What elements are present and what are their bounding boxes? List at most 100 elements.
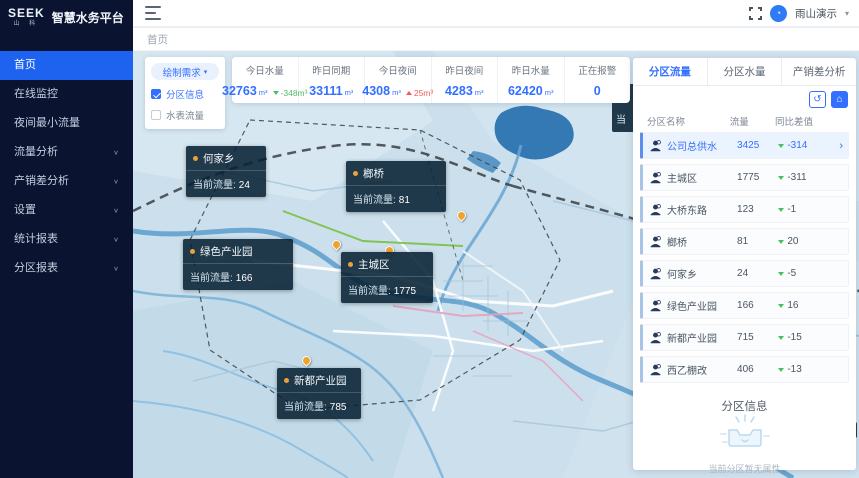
flow-value: 1775 xyxy=(394,286,416,297)
zone-info-empty-text: 当前分区暂无属性 xyxy=(708,462,780,475)
map-zone-label[interactable]: 主城区当前流量:1775 xyxy=(341,252,433,303)
zone-diff-value: -13 xyxy=(787,364,801,375)
chevron-down-icon: ∨ xyxy=(113,141,119,164)
flow-value: 24 xyxy=(239,180,250,191)
sidebar-item-settings[interactable]: 设置∨ xyxy=(0,196,133,225)
draw-requirement-label: 绘制需求 xyxy=(163,65,201,79)
stat-unit: m³ xyxy=(392,88,401,97)
zone-flow: 123 xyxy=(737,204,778,215)
avatar[interactable]: ◔ xyxy=(770,5,787,22)
breadcrumb-item[interactable]: 首页 xyxy=(147,32,168,47)
water-stats-strip: 今日水量32763m³-348m³ 昨日同期 33111m³ 今日夜间 4308m³25… xyxy=(232,57,630,103)
zone-panel-tabs: 分区流量分区水量产销差分析 xyxy=(633,58,856,86)
fullscreen-icon[interactable] xyxy=(749,7,762,20)
stat-card: 今日水量32763m³-348m³ xyxy=(232,57,299,103)
table-row[interactable]: 新都产业园715-15 xyxy=(640,324,849,351)
checkbox-icon[interactable] xyxy=(151,89,161,99)
sidebar-item-label: 统计报表 xyxy=(14,225,58,254)
draw-requirement-button[interactable]: 绘制需求 ▾ xyxy=(151,63,219,80)
stat-card: 昨日夜间4283m³ xyxy=(432,57,499,103)
table-row[interactable]: 大桥东路123-1 xyxy=(640,196,849,223)
sidebar-item-zone-reports[interactable]: 分区报表∨ xyxy=(0,254,133,283)
sidebar-item-online-monitor[interactable]: 在线监控 xyxy=(0,80,133,109)
app-root: SEEK 山 科 智慧水务平台 首页在线监控夜间最小流量流量分析∨产销差分析∨设… xyxy=(0,0,859,478)
stat-unit: m³ xyxy=(475,88,484,97)
zone-label-title: 新都产业园 xyxy=(277,368,361,393)
sidebar-item-nrw-analysis[interactable]: 产销差分析∨ xyxy=(0,167,133,196)
zone-name: 绿色产业园 xyxy=(667,298,737,313)
sidebar-item-stat-reports[interactable]: 统计报表 ∨ xyxy=(0,225,133,254)
sidebar-item-label: 产销差分析 xyxy=(14,167,69,196)
map-zone-label[interactable]: 榔桥当前流量:81 xyxy=(346,161,446,212)
map-area[interactable]: 绘制需求 ▾ 分区信息水表流量 今日水量32763m³-348m³ 昨日同期 331… xyxy=(133,51,859,478)
checkbox-icon[interactable] xyxy=(151,110,161,120)
triangle-down-icon xyxy=(778,368,784,372)
flow-prefix: 当前流量: xyxy=(353,195,396,206)
map-zone-label[interactable]: 新都产业园当前流量:785 xyxy=(277,368,361,419)
clipped-label-text: 当 xyxy=(616,111,626,126)
zone-diff: -13 xyxy=(778,364,828,375)
stat-label: 今日夜间 xyxy=(379,63,417,77)
sidebar-item-flow-analysis[interactable]: 流量分析 ∨ xyxy=(0,138,133,167)
sidebar-collapse-icon[interactable] xyxy=(145,6,161,20)
label-dot-icon xyxy=(190,249,195,254)
stat-label: 昨日同期 xyxy=(312,63,350,77)
chevron-down-icon: ▾ xyxy=(204,68,208,76)
zone-label-value: 当前流量:1775 xyxy=(341,277,433,303)
layer-option-unchecked[interactable]: 水表流量 xyxy=(151,108,219,122)
zone-name: 榔桥 xyxy=(667,234,737,249)
sidebar-nav: 首页在线监控夜间最小流量流量分析 ∨ 产销差分析∨设置∨统计报表 ∨ 分区报表∨ xyxy=(0,51,133,283)
sidebar-item-label: 分区报表 xyxy=(14,254,58,283)
stat-label: 昨日水量 xyxy=(512,63,550,77)
label-dot-icon xyxy=(353,171,358,176)
home-icon[interactable]: ⌂ xyxy=(831,91,848,108)
chevron-down-icon: ∨ xyxy=(113,228,119,251)
zone-label-value: 当前流量:785 xyxy=(277,393,361,419)
zone-name: 新都产业园 xyxy=(294,373,347,388)
zone-diff-value: -1 xyxy=(787,204,796,215)
zone-diff-value: 20 xyxy=(787,236,798,247)
table-row[interactable]: 绿色产业园16616 xyxy=(640,292,849,319)
sidebar: SEEK 山 科 智慧水务平台 首页在线监控夜间最小流量流量分析∨产销差分析∨设… xyxy=(0,0,133,478)
tab-产销差分析[interactable]: 产销差分析 xyxy=(782,58,856,85)
zone-diff: -311 xyxy=(778,172,828,183)
undo-icon[interactable]: ↺ xyxy=(809,91,826,108)
tab-分区水量[interactable]: 分区水量 xyxy=(708,58,783,85)
zone-label-title: 何家乡 xyxy=(186,146,266,171)
triangle-down-icon xyxy=(778,208,784,212)
app-logo: SEEK 山 科 智慧水务平台 xyxy=(0,0,133,33)
map-layer-panel: 绘制需求 ▾ 分区信息水表流量 xyxy=(145,57,225,129)
username[interactable]: 雨山演示 xyxy=(795,6,837,21)
table-row[interactable]: 主城区1775-311 xyxy=(640,164,849,191)
stat-value: 4308m³25m³ xyxy=(362,84,433,98)
label-dot-icon xyxy=(348,262,353,267)
sidebar-item-night-min-flow[interactable]: 夜间最小流量 xyxy=(0,109,133,138)
map-zone-label[interactable]: 何家乡当前流量:24 xyxy=(186,146,266,197)
stat-number: 62420 xyxy=(508,84,543,98)
label-dot-icon xyxy=(193,156,198,161)
topbar-right: ◔ 雨山演示 ▾ xyxy=(749,5,849,22)
stat-unit: m³ xyxy=(545,88,554,97)
table-row[interactable]: 西乙棚改406-13 xyxy=(640,356,849,383)
stat-value: 33111m³ xyxy=(309,84,353,98)
map-zone-label[interactable]: 绿色产业园当前流量:166 xyxy=(183,239,293,290)
tab-分区流量[interactable]: 分区流量 xyxy=(633,58,708,85)
layer-option-checked[interactable]: 分区信息 xyxy=(151,87,219,101)
zone-label-title: 主城区 xyxy=(341,252,433,277)
empty-box-icon xyxy=(719,414,771,454)
breadcrumb: 首页 xyxy=(133,28,859,51)
logo-text: SEEK xyxy=(8,7,45,19)
flow-prefix: 当前流量: xyxy=(193,180,236,191)
table-row[interactable]: 榔桥8120 xyxy=(640,228,849,255)
zone-diff-value: -15 xyxy=(787,332,801,343)
zone-panel: 分区流量分区水量产销差分析 ↺ ⌂ 分区名称流量同比差值 公司总供水3425-3… xyxy=(633,58,856,470)
zone-diff-value: 16 xyxy=(787,300,798,311)
zone-person-icon xyxy=(649,235,662,248)
sidebar-item-label: 流量分析 xyxy=(14,138,58,167)
table-row[interactable]: 何家乡24-5 xyxy=(640,260,849,287)
zone-diff-value: -311 xyxy=(787,172,806,183)
user-menu-caret-icon[interactable]: ▾ xyxy=(845,9,849,18)
zone-label-title: 榔桥 xyxy=(346,161,446,186)
sidebar-item-home[interactable]: 首页 xyxy=(0,51,133,80)
table-row[interactable]: 公司总供水3425-314› xyxy=(640,132,849,159)
